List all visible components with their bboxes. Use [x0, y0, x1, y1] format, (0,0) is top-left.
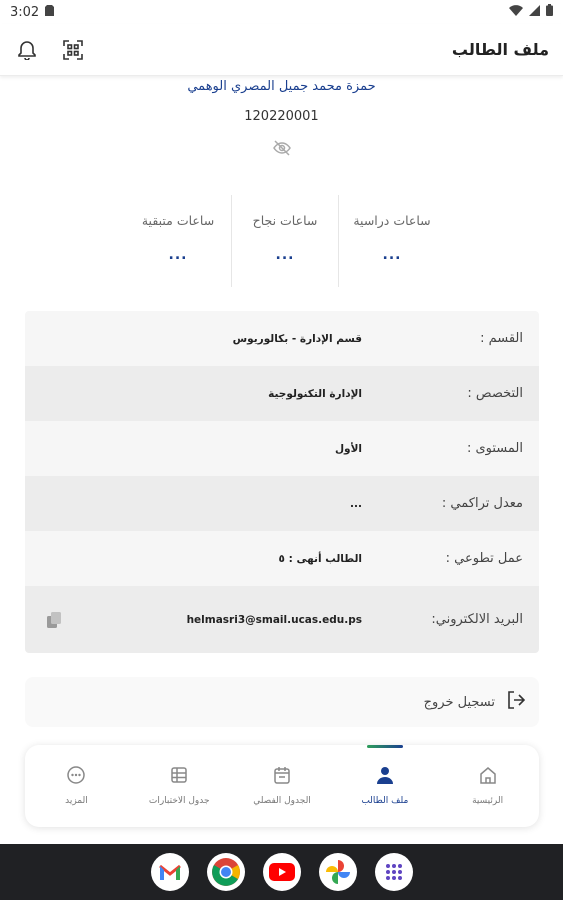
info-value: ... — [350, 497, 362, 510]
gmail-icon[interactable] — [150, 853, 189, 891]
info-label: القسم : — [480, 331, 523, 346]
youtube-icon[interactable] — [262, 853, 301, 891]
stat-value: ... — [382, 247, 402, 263]
info-row-level: المستوى : الأول — [25, 421, 539, 476]
chrome-icon[interactable] — [206, 853, 245, 891]
info-row-major: التخصص : الإدارة التكنولوجية — [25, 366, 539, 421]
info-row-email: البريد الالكتروني: helmasri3@smail.ucas.… — [25, 586, 539, 653]
person-icon — [376, 766, 394, 788]
info-row-gpa: معدل تراكمي : ... — [25, 476, 539, 531]
bottom-nav: الرئيسية ملف الطالب الجدول الفصلي جدول ا… — [25, 745, 539, 827]
stat-value: ... — [275, 247, 295, 263]
stat-label: ساعات نجاح — [252, 213, 318, 228]
nav-more[interactable]: المزيد — [25, 745, 128, 827]
student-name: حمزة محمد جميل المصري الوهمي — [187, 79, 376, 94]
stat-passed-hours: ساعات نجاح ... — [231, 195, 338, 287]
page-title: ملف الطالب — [451, 40, 549, 59]
nav-student-profile[interactable]: ملف الطالب — [333, 745, 436, 827]
nav-label: المزيد — [65, 796, 88, 806]
table-icon — [170, 766, 188, 788]
system-dock — [0, 844, 563, 900]
logout-label: تسجيل خروج — [423, 694, 495, 710]
stat-study-hours: ساعات دراسية ... — [338, 195, 445, 287]
more-icon — [67, 766, 86, 788]
wifi-icon — [509, 4, 523, 20]
info-label: البريد الالكتروني: — [431, 612, 523, 627]
sim-icon — [45, 4, 55, 20]
info-value: قسم الإدارة - بكالوريوس — [232, 332, 362, 345]
info-row-volunteer: عمل تطوعي : الطالب أنهى : ٥ — [25, 531, 539, 586]
signal-icon — [529, 4, 540, 20]
email-value: helmasri3@smail.ucas.edu.ps — [186, 613, 362, 626]
stat-label: ساعات متبقية — [141, 213, 215, 228]
qr-scan-icon[interactable] — [60, 37, 86, 63]
notifications-icon[interactable] — [14, 37, 40, 63]
nav-exam-schedule[interactable]: جدول الاختبارات — [128, 745, 231, 827]
photos-icon[interactable] — [318, 853, 357, 891]
nav-label: الرئيسية — [472, 796, 504, 806]
info-value: الطالب أنهى : ٥ — [278, 552, 362, 565]
nav-semester-schedule[interactable]: الجدول الفصلي — [231, 745, 334, 827]
status-bar: 3:02 — [0, 0, 563, 24]
visibility-off-icon[interactable] — [271, 138, 293, 158]
calendar-icon — [273, 766, 291, 788]
stat-label: ساعات دراسية — [353, 213, 431, 228]
stat-remaining-hours: ساعات متبقية ... — [125, 195, 231, 287]
nav-label: الجدول الفصلي — [253, 796, 311, 806]
info-row-department: القسم : قسم الإدارة - بكالوريوس — [25, 311, 539, 366]
student-id: 120220001 — [244, 109, 319, 124]
app-bar: ملف الطالب — [0, 24, 563, 76]
info-value: الإدارة التكنولوجية — [268, 387, 362, 400]
nav-label: ملف الطالب — [361, 796, 409, 806]
info-label: التخصص : — [467, 386, 523, 401]
status-time: 3:02 — [10, 4, 40, 20]
logout-icon — [507, 691, 526, 713]
active-indicator — [366, 745, 403, 748]
stat-value: ... — [168, 247, 188, 263]
nav-label: جدول الاختبارات — [148, 796, 210, 806]
copy-icon[interactable] — [43, 609, 65, 631]
home-icon — [479, 766, 497, 788]
student-info-table: القسم : قسم الإدارة - بكالوريوس التخصص :… — [25, 311, 539, 653]
nav-home[interactable]: الرئيسية — [436, 745, 539, 827]
hours-stats: ساعات دراسية ... ساعات نجاح ... ساعات مت… — [125, 195, 445, 287]
info-label: المستوى : — [466, 441, 523, 456]
apps-icon[interactable] — [374, 853, 413, 891]
info-value: الأول — [334, 442, 362, 455]
info-label: معدل تراكمي : — [441, 496, 523, 511]
logout-button[interactable]: تسجيل خروج — [25, 677, 539, 727]
info-label: عمل تطوعي : — [445, 551, 523, 566]
battery-icon — [546, 4, 553, 20]
